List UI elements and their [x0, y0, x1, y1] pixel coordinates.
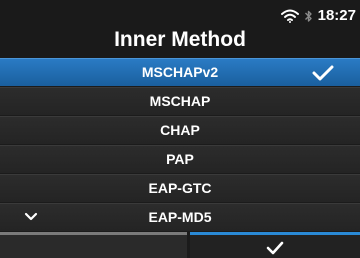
footer-bar [0, 232, 360, 258]
bluetooth-icon [304, 9, 313, 24]
list-item-label: EAP-MD5 [148, 209, 212, 225]
list-item-label: PAP [166, 151, 194, 167]
list-item-eap-gtc[interactable]: EAP-GTC [0, 174, 360, 202]
back-button[interactable] [0, 232, 187, 258]
list-item-label: MSCHAP [149, 93, 211, 109]
list-item-pap[interactable]: PAP [0, 145, 360, 173]
list-item-label: MSCHAPv2 [141, 64, 219, 80]
clock-time: 18:27 [317, 7, 356, 24]
check-icon [312, 65, 334, 81]
check-icon [266, 241, 284, 255]
status-bar: 18:27 [280, 7, 356, 25]
list-item-mschapv2[interactable]: MSCHAPv2 [0, 58, 360, 86]
list-item-label: EAP-GTC [148, 180, 212, 196]
list-item-chap[interactable]: CHAP [0, 116, 360, 144]
option-list: MSCHAPv2 MSCHAP CHAP PAP EAP-GTC EAP-MD5 [0, 58, 360, 232]
page-title: Inner Method [114, 28, 246, 51]
chevron-down-icon[interactable] [24, 212, 38, 222]
list-item-mschap[interactable]: MSCHAP [0, 87, 360, 115]
confirm-button[interactable] [190, 232, 360, 258]
header: 18:27 Inner Method [0, 0, 360, 58]
wifi-icon [280, 9, 299, 23]
list-item-label: CHAP [160, 122, 200, 138]
screen: 18:27 Inner Method MSCHAPv2 MSCHAP CHAP … [0, 0, 360, 258]
list-item-eap-md5[interactable]: EAP-MD5 [0, 203, 360, 231]
